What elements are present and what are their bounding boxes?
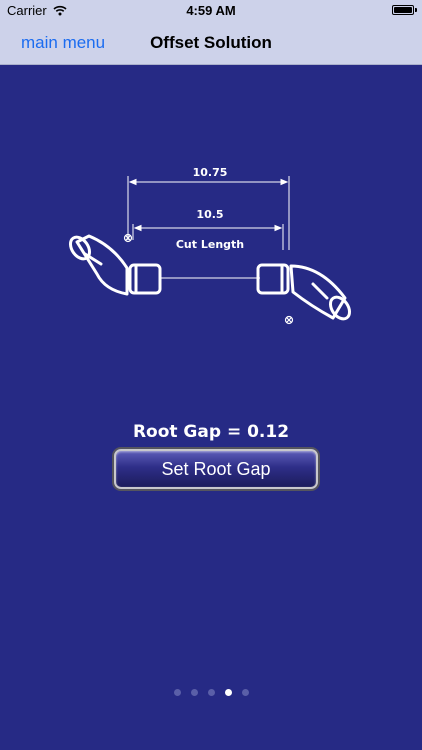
status-bar: Carrier 4:59 AM <box>0 0 422 20</box>
page-dot[interactable] <box>173 689 181 696</box>
page-dot[interactable] <box>224 689 232 696</box>
inner-dimension-label: 10.5 <box>196 208 223 221</box>
battery-icon <box>392 5 417 15</box>
cut-length-label: Cut Length <box>176 238 244 251</box>
offset-pipe-diagram: 10.75 10.5 Cut Length <box>68 166 352 325</box>
set-root-gap-button[interactable]: Set Root Gap <box>114 449 318 489</box>
page-dot[interactable] <box>190 689 198 696</box>
overall-dimension-label: 10.75 <box>193 166 228 179</box>
status-time: 4:59 AM <box>186 3 236 18</box>
root-gap-value: Root Gap = 0.12 <box>132 422 290 442</box>
page-title: Offset Solution <box>150 33 272 52</box>
page-indicator[interactable] <box>0 689 422 696</box>
page-dot[interactable] <box>207 689 215 696</box>
navigation-bar: main menu Offset Solution <box>0 20 422 65</box>
page-dot[interactable] <box>241 689 249 696</box>
